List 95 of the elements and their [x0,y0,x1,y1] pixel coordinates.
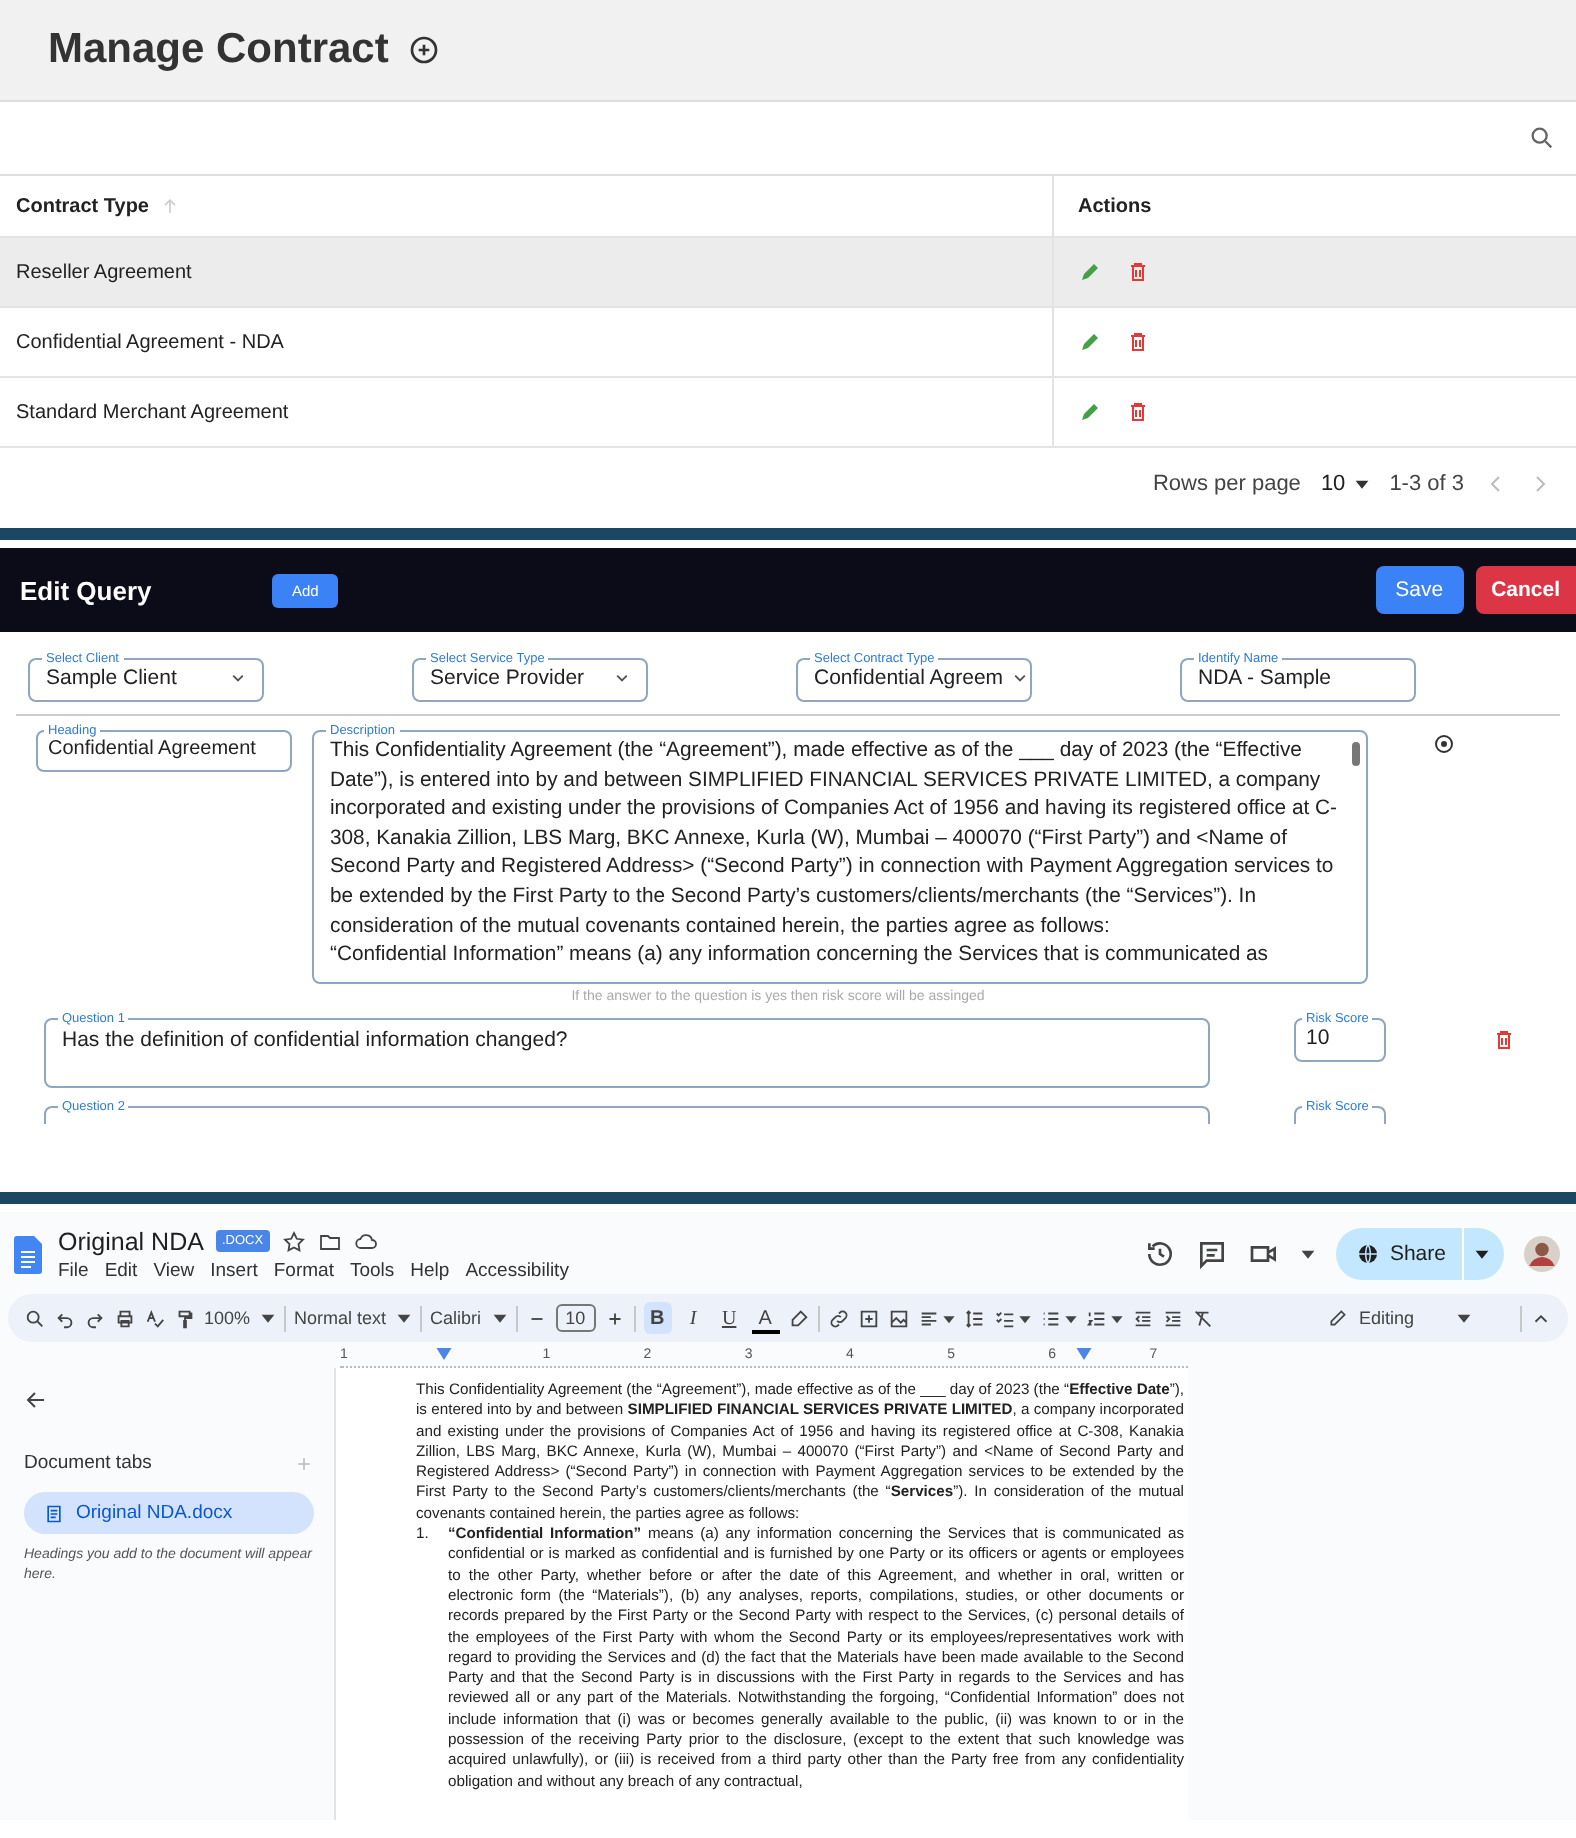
align-icon[interactable] [917,1307,940,1329]
caret-icon [1474,1246,1490,1262]
paint-roller-icon[interactable] [174,1307,196,1329]
column-header: Actions [1078,195,1152,217]
trash-icon[interactable] [1126,330,1150,354]
bold-button[interactable]: B [643,1302,672,1334]
indent-marker-icon[interactable] [1076,1348,1092,1360]
print-icon[interactable] [114,1307,136,1329]
caret-icon[interactable] [1299,1246,1316,1262]
document-page[interactable] [336,1368,1188,1820]
table-cell: Reseller Agreement [16,261,192,283]
save-button[interactable]: Save [1375,566,1464,614]
document-tab[interactable]: Original NDA.docx [24,1492,314,1534]
edit-pencil-icon[interactable] [1078,260,1102,284]
field-value: Confidential Agreem [814,666,1004,690]
document-title[interactable]: Original NDA [58,1227,204,1255]
line-spacing-icon[interactable] [963,1307,986,1329]
field-value: NDA - Sample [1198,666,1332,690]
sidebar-heading: Document tabs [24,1452,152,1474]
chevron-down-icon [230,670,246,686]
pencil-icon [1328,1308,1349,1328]
add-circle-icon[interactable] [408,34,441,66]
menu-item[interactable]: Insert [210,1259,258,1281]
paragraph-style-select[interactable]: Normal text [294,1308,413,1328]
color-button[interactable]: A [751,1302,780,1334]
history-icon[interactable] [1143,1238,1176,1270]
highlighter-icon[interactable] [787,1307,810,1329]
chevron-down-icon [614,670,630,686]
bullet-list-icon[interactable] [1039,1307,1062,1329]
globe-icon [1355,1242,1380,1266]
caret-icon [1353,476,1370,492]
trash-icon[interactable] [1126,400,1150,424]
back-arrow-icon[interactable] [24,1388,48,1412]
menu-item[interactable]: View [153,1259,195,1281]
document-logo-icon[interactable] [14,1235,42,1273]
italic-button[interactable]: I [679,1302,708,1334]
menu-item[interactable]: File [58,1259,89,1281]
edit-pencil-icon[interactable] [1078,400,1102,424]
column-header[interactable]: Contract Type [16,195,149,217]
page-title: Manage Contract [48,26,389,74]
caret-icon[interactable] [1109,1311,1124,1325]
caret-icon [491,1310,508,1326]
table-row[interactable]: Confidential Agreement - NDA [0,308,1576,378]
caret-icon[interactable] [1063,1311,1078,1325]
search-icon[interactable] [24,1307,46,1329]
clear-formatting-icon[interactable] [1191,1307,1214,1329]
caret-icon [1456,1310,1472,1326]
pagination-range: 1-3 of 3 [1389,472,1464,496]
chevron-down-icon [1011,670,1028,686]
caret-icon [260,1310,277,1326]
indent-increase-icon[interactable] [1161,1307,1184,1329]
zoom-select[interactable]: 100% [204,1308,277,1328]
table-cell: Standard Merchant Agreement [16,401,289,423]
underline-button[interactable]: U [715,1302,744,1334]
dialog-title: Edit Query [20,575,154,605]
numbered-list-icon[interactable] [1085,1307,1108,1329]
radio-target-icon[interactable] [1432,732,1456,756]
avatar-icon[interactable] [1524,1236,1560,1272]
font-select[interactable]: Calibri [430,1308,508,1328]
menu-item[interactable]: Format [273,1259,334,1281]
search-icon[interactable] [1528,124,1556,152]
image-icon[interactable] [887,1307,910,1329]
menu-item[interactable]: Edit [104,1259,138,1281]
menu-item[interactable]: Help [410,1259,450,1281]
comment-icon[interactable] [1195,1238,1228,1270]
menu-item[interactable]: Accessibility [465,1259,569,1281]
scrollbar-thumb[interactable] [1352,742,1360,766]
table-cell: Confidential Agreement - NDA [16,331,284,353]
indent-decrease-icon[interactable] [1131,1307,1154,1329]
checklist-icon[interactable] [993,1307,1016,1329]
share-button[interactable]: Share [1335,1228,1504,1280]
edit-pencil-icon[interactable] [1078,330,1102,354]
field-value: Service Provider [430,666,585,690]
table-row[interactable]: Reseller Agreement [0,238,1576,308]
add-comment-icon[interactable] [857,1307,880,1329]
cloud-icon[interactable] [353,1229,378,1253]
editing-mode-select[interactable]: Editing [1328,1308,1472,1328]
spellcheck-icon[interactable] [144,1307,166,1329]
rows-per-page-select[interactable]: 10 [1320,472,1370,496]
star-icon[interactable] [281,1229,306,1253]
cancel-button[interactable]: Cancel [1475,566,1576,614]
rows-per-page-label: Rows per page [1152,472,1301,496]
caret-icon [396,1310,413,1326]
caret-icon[interactable] [1017,1311,1032,1325]
trash-icon[interactable] [1126,260,1150,284]
menu-item[interactable]: Tools [349,1259,395,1281]
indent-marker-icon[interactable] [436,1348,452,1360]
document-icon [44,1503,64,1523]
font-size-field[interactable]: 10 [555,1304,596,1332]
caret-icon[interactable] [941,1311,956,1325]
folder-icon[interactable] [317,1229,342,1253]
link-icon[interactable] [827,1307,850,1329]
field-value: Sample Client [46,666,177,690]
table-row[interactable]: Standard Merchant Agreement [0,378,1576,448]
trash-icon[interactable] [1492,1027,1516,1052]
